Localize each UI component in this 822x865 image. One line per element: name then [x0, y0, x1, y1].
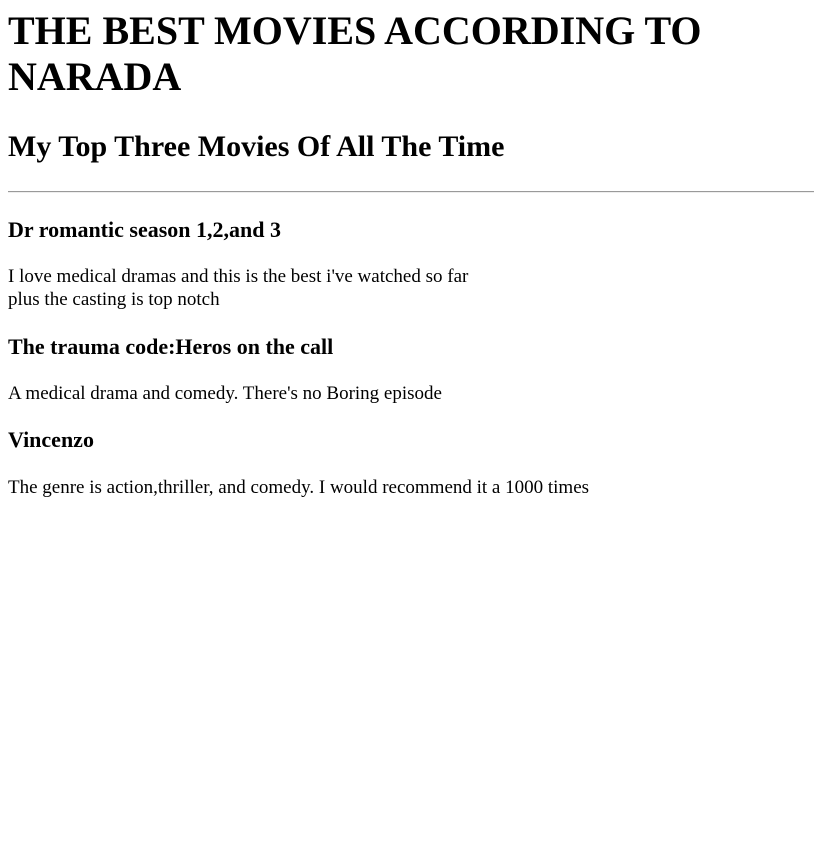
movie-title: Dr romantic season 1,2,and 3 [8, 217, 281, 242]
movie-review: A medical drama and comedy. There's no B… [8, 383, 442, 404]
movie-title: Vincenzo [8, 427, 94, 452]
page-subtitle: My Top Three Movies Of All The Time [8, 130, 505, 163]
divider [8, 191, 814, 193]
movie-entry-trauma-code: The trauma code:Heros on the call A medi… [8, 334, 814, 405]
page-title: THE BEST MOVIES ACCORDING TO NARADA [8, 8, 702, 99]
review-line: plus the casting is top notch [8, 289, 220, 310]
movie-review: I love medical dramas and this is the be… [8, 265, 814, 311]
page: THE BEST MOVIES ACCORDING TO NARADA My T… [0, 8, 822, 499]
review-line: I love medical dramas and this is the be… [8, 266, 469, 287]
movie-title: The trauma code:Heros on the call [8, 334, 334, 359]
movie-entry-vincenzo: Vincenzo The genre is action,thriller, a… [8, 427, 814, 499]
movie-entry-dr-romantic: Dr romantic season 1,2,and 3 I love medi… [8, 217, 814, 311]
movie-review: The genre is action,thriller, and comedy… [8, 477, 590, 498]
